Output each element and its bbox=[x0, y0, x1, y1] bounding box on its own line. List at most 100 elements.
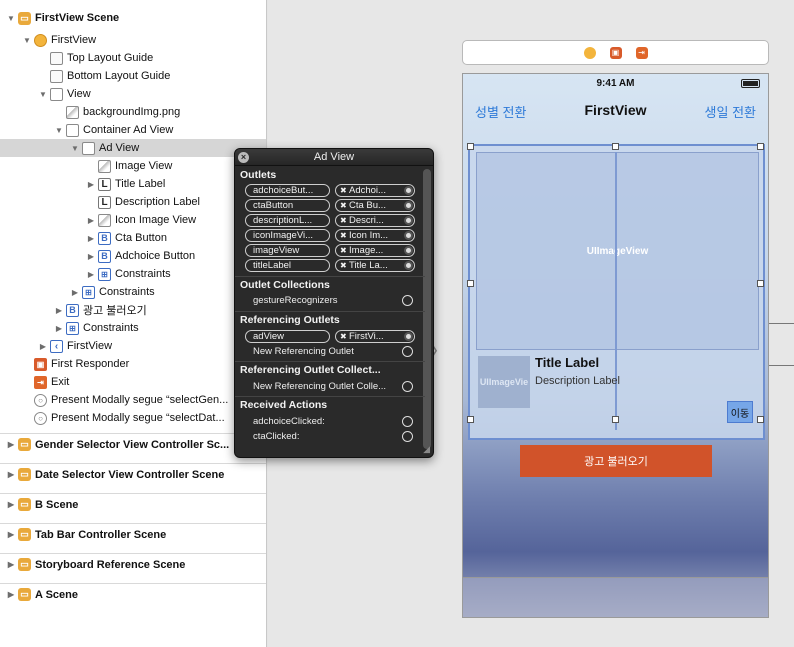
resize-handle[interactable] bbox=[467, 416, 474, 423]
ad-view[interactable]: UIImageView UIImageVie Title Label Descr… bbox=[467, 143, 765, 440]
connection-dot-icon[interactable] bbox=[404, 231, 413, 240]
disclosure-closed-icon[interactable]: ▶ bbox=[86, 269, 96, 279]
resize-grip-icon[interactable]: ◢ bbox=[423, 444, 430, 455]
firstview-device-frame[interactable]: 9:41 AM 성별 전환 FirstView 생일 전환 UIImageVie… bbox=[462, 73, 769, 618]
disclosure-open-icon[interactable]: ▼ bbox=[6, 13, 16, 23]
disclosure-open-icon[interactable]: ▼ bbox=[54, 125, 64, 135]
outline-row-constraints[interactable]: ▶ ⊞ Constraints bbox=[0, 319, 266, 337]
outline-row-firstview-controller[interactable]: ▼ FirstView bbox=[0, 31, 266, 49]
referencing-outlet-name[interactable]: adView bbox=[245, 330, 330, 343]
disclosure-open-icon[interactable]: ▼ bbox=[70, 143, 80, 153]
view-controller-icon[interactable] bbox=[583, 46, 596, 59]
disconnect-icon[interactable]: ✖ bbox=[340, 200, 347, 211]
disclosure-closed-icon[interactable]: ▶ bbox=[86, 233, 96, 243]
outline-row-firstview-scene[interactable]: ▼ ▭ FirstView Scene bbox=[0, 9, 266, 27]
outline-row-image-view[interactable]: Image View bbox=[0, 157, 266, 175]
outline-row-icon-image-view[interactable]: ▶ Icon Image View bbox=[0, 211, 266, 229]
scene-dock[interactable]: ▣ ⇥ bbox=[462, 40, 769, 65]
outline-row-segue-date[interactable]: ○ Present Modally segue “selectDat... bbox=[0, 409, 266, 427]
outline-row-description-label[interactable]: L Description Label bbox=[0, 193, 266, 211]
disclosure-closed-icon[interactable]: ▶ bbox=[86, 179, 96, 189]
outlet-name[interactable]: iconImageVi... bbox=[245, 229, 330, 242]
outline-row-constraints[interactable]: ▶ ⊞ Constraints bbox=[0, 283, 266, 301]
outlet-connection[interactable]: ✖ Icon Im... bbox=[335, 229, 415, 242]
icon-image-view[interactable]: UIImageVie bbox=[478, 356, 530, 408]
title-label[interactable]: Title Label bbox=[535, 355, 599, 370]
outlet-connection[interactable]: ✖ Descri... bbox=[335, 214, 415, 227]
outline-row-ad-view[interactable]: ▼ Ad View bbox=[0, 139, 266, 157]
outlet-connection[interactable]: ✖ Image... bbox=[335, 244, 415, 257]
outline-row-view[interactable]: ▼ View bbox=[0, 85, 266, 103]
connection-dot-icon[interactable] bbox=[404, 216, 413, 225]
disconnect-icon[interactable]: ✖ bbox=[340, 331, 347, 342]
disconnect-icon[interactable]: ✖ bbox=[340, 215, 347, 226]
connection-circle-icon[interactable] bbox=[402, 295, 413, 306]
connection-dot-icon[interactable] bbox=[404, 201, 413, 210]
outline-row-container-ad-view[interactable]: ▼ Container Ad View bbox=[0, 121, 266, 139]
resize-handle[interactable] bbox=[467, 280, 474, 287]
popover-scrollbar[interactable] bbox=[423, 169, 431, 449]
outline-row-navigation-item[interactable]: ▶ ‹ FirstView bbox=[0, 337, 266, 355]
resize-handle[interactable] bbox=[757, 416, 764, 423]
connection-dot-icon[interactable] bbox=[404, 246, 413, 255]
outline-row-date-scene[interactable]: ▶ ▭ Date Selector View Controller Scene bbox=[0, 463, 266, 485]
outline-row-a-scene[interactable]: ▶ ▭ A Scene bbox=[0, 583, 266, 605]
cta-button[interactable]: 이동 bbox=[727, 401, 753, 423]
outline-row-background-img[interactable]: backgroundImg.png bbox=[0, 103, 266, 121]
connection-dot-icon[interactable] bbox=[404, 332, 413, 341]
disclosure-closed-icon[interactable]: ▶ bbox=[70, 287, 80, 297]
connection-circle-icon[interactable] bbox=[402, 416, 413, 427]
resize-handle[interactable] bbox=[757, 280, 764, 287]
outlet-connection[interactable]: ✖ Title La... bbox=[335, 259, 415, 272]
outline-row-load-ad-button[interactable]: ▶ B 광고 불러오기 bbox=[0, 301, 266, 319]
ad-image-view[interactable]: UIImageView bbox=[476, 152, 759, 350]
disclosure-closed-icon[interactable]: ▶ bbox=[38, 341, 48, 351]
outlet-name[interactable]: adchoiceBut... bbox=[245, 184, 330, 197]
outlet-name[interactable]: descriptionL... bbox=[245, 214, 330, 227]
resize-handle[interactable] bbox=[612, 416, 619, 423]
connection-circle-icon[interactable] bbox=[402, 381, 413, 392]
exit-icon[interactable]: ⇥ bbox=[635, 46, 648, 59]
connection-circle-icon[interactable] bbox=[402, 431, 413, 442]
disclosure-closed-icon[interactable]: ▶ bbox=[6, 530, 16, 540]
disclosure-closed-icon[interactable]: ▶ bbox=[86, 251, 96, 261]
first-responder-icon[interactable]: ▣ bbox=[609, 46, 622, 59]
disclosure-closed-icon[interactable]: ▶ bbox=[54, 323, 64, 333]
outlet-name[interactable]: imageView bbox=[245, 244, 330, 257]
outline-row-gender-scene[interactable]: ▶ ▭ Gender Selector View Controller Sc..… bbox=[0, 433, 266, 455]
referencing-outlet-connection[interactable]: ✖ FirstVi... bbox=[335, 330, 415, 343]
disclosure-closed-icon[interactable]: ▶ bbox=[54, 305, 64, 315]
disclosure-closed-icon[interactable]: ▶ bbox=[6, 470, 16, 480]
connections-popover[interactable]: × Ad View Outlets adchoiceBut... ✖ Adchoi… bbox=[234, 148, 434, 458]
outline-row-cta-button[interactable]: ▶ B Cta Button bbox=[0, 229, 266, 247]
load-ad-button[interactable]: 광고 불러오기 bbox=[520, 445, 712, 477]
outline-row-b-scene[interactable]: ▶ ▭ B Scene bbox=[0, 493, 266, 515]
disclosure-closed-icon[interactable]: ▶ bbox=[86, 215, 96, 225]
disconnect-icon[interactable]: ✖ bbox=[340, 230, 347, 241]
outlet-name[interactable]: ctaButton bbox=[245, 199, 330, 212]
disconnect-icon[interactable]: ✖ bbox=[340, 185, 347, 196]
resize-handle[interactable] bbox=[467, 143, 474, 150]
disclosure-closed-icon[interactable]: ▶ bbox=[6, 590, 16, 600]
disclosure-closed-icon[interactable]: ▶ bbox=[6, 560, 16, 570]
outlet-name[interactable]: titleLabel bbox=[245, 259, 330, 272]
outline-row-segue-gender[interactable]: ○ Present Modally segue “selectGen... bbox=[0, 391, 266, 409]
resize-handle[interactable] bbox=[757, 143, 764, 150]
close-icon[interactable]: × bbox=[238, 152, 249, 163]
disclosure-closed-icon[interactable]: ▶ bbox=[6, 500, 16, 510]
outline-row-constraints[interactable]: ▶ ⊞ Constraints bbox=[0, 265, 266, 283]
outline-row-storyboard-ref-scene[interactable]: ▶ ▭ Storyboard Reference Scene bbox=[0, 553, 266, 575]
resize-handle[interactable] bbox=[612, 143, 619, 150]
disclosure-closed-icon[interactable]: ▶ bbox=[6, 440, 16, 450]
document-outline[interactable]: ▼ ▭ FirstView Scene ▼ FirstView Top Layo… bbox=[0, 0, 267, 647]
outline-row-bottom-layout-guide[interactable]: Bottom Layout Guide bbox=[0, 67, 266, 85]
outline-row-top-layout-guide[interactable]: Top Layout Guide bbox=[0, 49, 266, 67]
outlet-connection[interactable]: ✖ Cta Bu... bbox=[335, 199, 415, 212]
disconnect-icon[interactable]: ✖ bbox=[340, 245, 347, 256]
outlet-connection[interactable]: ✖ Adchoi... bbox=[335, 184, 415, 197]
description-label[interactable]: Description Label bbox=[535, 375, 620, 387]
disconnect-icon[interactable]: ✖ bbox=[340, 260, 347, 271]
disclosure-open-icon[interactable]: ▼ bbox=[38, 89, 48, 99]
connection-circle-icon[interactable] bbox=[402, 346, 413, 357]
disclosure-open-icon[interactable]: ▼ bbox=[22, 35, 32, 45]
